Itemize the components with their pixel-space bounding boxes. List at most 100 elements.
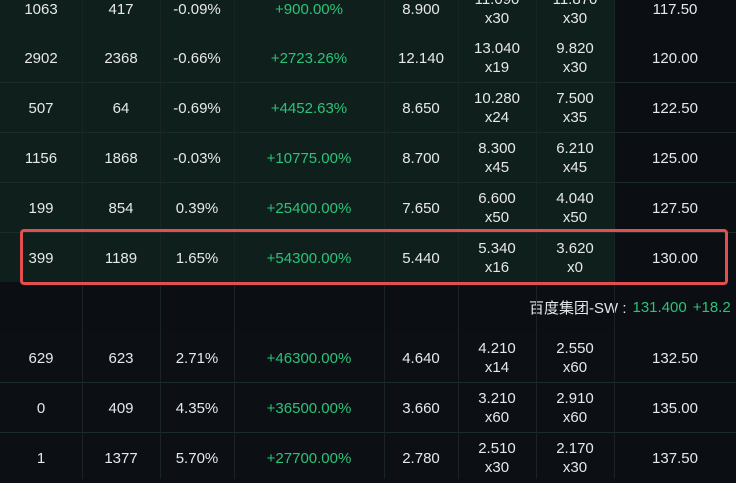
iv-change: 0.39% [175, 199, 219, 217]
column-divider [160, 0, 161, 479]
bid-price: 10.280 [474, 90, 520, 107]
column-divider [536, 0, 537, 479]
ask-price: 2.170 [556, 440, 594, 457]
bid-price: 13.040 [474, 40, 520, 57]
option-row[interactable]: 1156 1868 -0.03% +10775.00% 8.700 8.300 x… [0, 133, 736, 183]
ask-size: x30 [562, 59, 588, 76]
change-percent: +54300.00% [266, 249, 352, 267]
bid[interactable]: 11.090x30 [458, 0, 536, 34]
strike-price: 125.00 [614, 133, 736, 183]
volume: 623 [108, 349, 134, 367]
bid[interactable]: 10.280 x24 [458, 83, 536, 133]
volume: 1868 [104, 149, 138, 167]
open-interest: 2902 [24, 49, 58, 67]
last-price: 3.660 [402, 399, 440, 417]
bid[interactable]: 4.210 x14 [458, 333, 536, 383]
change-percent: +27700.00% [266, 449, 352, 467]
iv-change: -0.69% [173, 99, 221, 117]
bid-size: x24 [484, 109, 510, 126]
bid[interactable]: 13.040 x19 [458, 33, 536, 83]
volume: 1377 [104, 449, 138, 467]
strike-price: 127.50 [614, 183, 736, 233]
column-divider [234, 0, 235, 479]
change-percent: +2723.26% [270, 49, 348, 67]
bid-price: 2.510 [478, 440, 516, 457]
bid-price: 4.210 [478, 340, 516, 357]
ask-price: 6.210 [556, 140, 594, 157]
bid-size: x30 [484, 459, 510, 476]
strike-price: 122.50 [614, 83, 736, 133]
underlying-price: 131.400 [632, 298, 687, 316]
ask[interactable]: 2.550 x60 [536, 333, 614, 383]
column-divider [384, 0, 385, 479]
strike-price: 135.00 [614, 383, 736, 433]
ask-price: 2.550 [556, 340, 594, 357]
ask-size: x60 [562, 359, 588, 376]
change-percent: +4452.63% [270, 99, 348, 117]
bid-price: 5.340 [478, 240, 516, 257]
ask-size: x45 [562, 159, 588, 176]
ask-price: 3.620 [556, 240, 594, 257]
ask[interactable]: 9.820 x30 [536, 33, 614, 83]
ask-size: x35 [562, 109, 588, 126]
ask-size: x30 [562, 10, 588, 27]
change-percent: +25400.00% [266, 199, 352, 217]
last-price: 8.700 [402, 149, 440, 167]
ask[interactable]: 6.210 x45 [536, 133, 614, 183]
option-row[interactable]: 507 64 -0.69% +4452.63% 8.650 10.280 x24 … [0, 83, 736, 133]
bid-price: 6.600 [478, 190, 516, 207]
last-price: 4.640 [402, 349, 440, 367]
strike-price: 120.00 [614, 33, 736, 83]
open-interest: 1 [36, 449, 46, 467]
bid[interactable]: 6.600 x50 [458, 183, 536, 233]
ask[interactable]: 4.040 x50 [536, 183, 614, 233]
ask[interactable]: 3.620 x0 [536, 233, 614, 283]
bid-size: x14 [484, 359, 510, 376]
ask[interactable]: 11.870x30 [536, 0, 614, 34]
open-interest: 399 [28, 249, 54, 267]
bid-price: 3.210 [478, 390, 516, 407]
ask[interactable]: 7.500 x35 [536, 83, 614, 133]
underlying-name: 百度集团-SW : [529, 299, 627, 317]
bid-size: x19 [484, 59, 510, 76]
ask[interactable]: 2.910 x60 [536, 383, 614, 433]
option-row[interactable]: 2902 2368 -0.66% +2723.26% 12.140 13.040… [0, 33, 736, 83]
strike-price: 137.50 [614, 433, 736, 483]
iv-change: -0.09% [173, 0, 221, 18]
volume: 854 [108, 199, 134, 217]
iv-change: -0.03% [173, 149, 221, 167]
strike-price: 130.00 [614, 233, 736, 283]
option-row-selected[interactable]: 399 1189 1.65% +54300.00% 5.440 5.340 x16… [0, 233, 736, 283]
ask-price: 4.040 [556, 190, 594, 207]
iv-change: 4.35% [175, 399, 219, 417]
bid-size: x30 [484, 10, 510, 27]
ask-size: x0 [567, 259, 583, 276]
last-price: 2.780 [402, 449, 440, 467]
option-row[interactable]: 0 409 4.35% +36500.00% 3.660 3.210 x60 2.… [0, 383, 736, 433]
bid[interactable]: 8.300 x45 [458, 133, 536, 183]
bid[interactable]: 3.210 x60 [458, 383, 536, 433]
bid[interactable]: 2.510 x30 [458, 433, 536, 483]
change-percent: +900.00% [275, 0, 343, 18]
ask-price: 7.500 [556, 90, 594, 107]
iv-change: 1.65% [175, 249, 219, 267]
volume: 1189 [104, 249, 138, 267]
underlying-price-bar: 百度集团-SW : 131.400 +18.2 [0, 282, 736, 332]
option-row[interactable]: 629 623 2.71% +46300.00% 4.640 4.210 x14 … [0, 333, 736, 383]
last-price: 8.650 [402, 99, 440, 117]
option-row[interactable]: 1 1377 5.70% +27700.00% 2.780 2.510 x30 2… [0, 433, 736, 483]
iv-change: 5.70% [175, 449, 219, 467]
option-row[interactable]: 1063 417 -0.09% +900.00% 8.900 11.090x30… [0, 0, 736, 34]
bid-size: x16 [484, 259, 510, 276]
open-interest: 1063 [24, 0, 58, 18]
column-divider [458, 0, 459, 479]
open-interest: 0 [36, 399, 46, 417]
column-divider [82, 0, 83, 479]
bid[interactable]: 5.340 x16 [458, 233, 536, 283]
iv-change: -0.66% [173, 49, 221, 67]
ask[interactable]: 2.170 x30 [536, 433, 614, 483]
ask-price: 9.820 [556, 40, 594, 57]
ask-price: 11.870 [553, 0, 598, 9]
change-percent: +36500.00% [266, 399, 352, 417]
option-row[interactable]: 199 854 0.39% +25400.00% 7.650 6.600 x50 … [0, 183, 736, 233]
